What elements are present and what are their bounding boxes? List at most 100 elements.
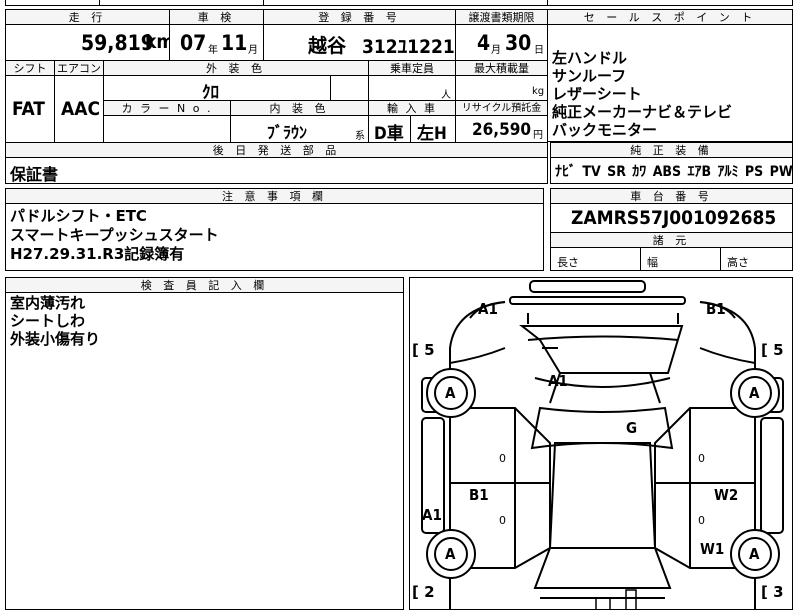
color-no-cell [103, 115, 231, 143]
steering-value: 左H [417, 124, 447, 143]
recycle-fee-unit: 円 [533, 130, 543, 141]
mileage-cell: 59,819 km [5, 24, 170, 61]
tire-front-right-depth: [ 5 [761, 341, 784, 359]
inspection-year: 07 [180, 31, 207, 55]
mileage-value: 59,819 [81, 31, 154, 55]
sales-point-item: バックモニター [552, 121, 658, 139]
damage-front-right: B1 [706, 300, 726, 318]
capacity-unit: 人 [441, 90, 451, 101]
genuine-equipment-cell: ﾅﾋﾞ TV SR ｶﾜ ABS ｴｱB ｱﾙﾐ PS PW [550, 157, 793, 184]
aircon-label: エアコン [54, 60, 104, 76]
inspection-cell: 07 年 11 月 [169, 24, 264, 61]
transfer-deadline-label: 譲渡書類期限 [455, 9, 548, 25]
wheel-front-left-grade: A [445, 384, 456, 402]
dimension-height-label: 高さ [727, 256, 749, 269]
recycle-fee-value: 26,590 [472, 120, 532, 140]
plate-area: 越谷 [308, 35, 347, 57]
equipment-item: ｱﾙﾐ [717, 164, 739, 180]
damage-right-rear: W1 [700, 540, 725, 558]
wheel-front-right-grade: A [749, 384, 760, 402]
equipment-item: ﾅﾋﾞ [555, 164, 576, 180]
inspector-label: 検 査 員 記 入 欄 [5, 277, 404, 293]
interior-color-label: 内 装 色 [230, 100, 369, 116]
inspector-notes-list: 室内薄汚れ シートしわ 外装小傷有り [10, 294, 100, 348]
damage-windshield: G [626, 419, 638, 437]
exterior-color-extra-cell [330, 75, 369, 101]
inspection-month: 11 [221, 31, 248, 55]
notes-list: パドルシフト・ETC スマートキープッシュスタート H27.29.31.R3記録… [10, 207, 219, 264]
genuine-equipment-label: 純 正 装 備 [550, 142, 793, 158]
max-load-unit: kg [532, 86, 545, 97]
note-item: H27.29.31.R3記録簿有 [10, 245, 185, 263]
inspector-note-item: 外装小傷有り [10, 330, 101, 348]
later-parts-value: 保証書 [10, 165, 59, 184]
sales-point-item: 左ハンドル [552, 49, 628, 67]
genuine-equipment-list: ﾅﾋﾞ TV SR ｶﾜ ABS ｴｱB ｱﾙﾐ PS PW [555, 161, 792, 181]
car-outline [421, 280, 784, 609]
exterior-color-value: ｸﾛ [202, 83, 219, 101]
top-cropped-cell-4 [547, 0, 793, 6]
notes-cell: パドルシフト・ETC スマートキープッシュスタート H27.29.31.R3記録… [5, 203, 544, 271]
interior-color-suffix: 系 [355, 131, 365, 142]
registration-cell: 越谷 312ﾕ1221 [263, 24, 456, 61]
plate-number: 312ﾕ1221 [362, 36, 455, 58]
equipment-item: SR [607, 164, 626, 180]
chassis-label: 車 台 番 号 [550, 188, 793, 204]
note-item: パドルシフト・ETC [10, 207, 147, 225]
notes-label: 注 意 事 項 欄 [5, 188, 544, 204]
inspection-year-unit: 年 [208, 45, 218, 56]
dimension-length-cell: 長さ [550, 247, 641, 271]
sales-point-item: サンルーフ [552, 67, 627, 85]
dimension-width-label: 幅 [647, 256, 658, 269]
sales-point-item: レザーシート [552, 85, 642, 103]
note-item: スマートキープッシュスタート [10, 226, 219, 244]
shift-cell: FAT [5, 75, 55, 143]
sales-points-label: セ ー ル ス ポ イ ン ト [547, 9, 793, 25]
equipment-item: ABS [652, 164, 682, 180]
dimensions-label: 諸 元 [550, 232, 793, 248]
inspection-month-unit: 月 [248, 45, 258, 56]
equipment-item: TV [582, 164, 601, 180]
inspector-note-item: シートしわ [10, 312, 86, 330]
sales-point-item: 純正メーカーナビ＆テレビ [552, 103, 733, 121]
max-load-cell: kg [455, 75, 548, 101]
zero-mark: 0 [499, 514, 506, 527]
recycle-cell: 26,590 円 [455, 115, 548, 143]
capacity-cell: 人 [368, 75, 456, 101]
dimension-height-cell: 高さ [720, 247, 793, 271]
max-load-label: 最大積載量 [455, 60, 548, 76]
interior-color-value: ﾌﾞﾗｳﾝ [267, 123, 308, 142]
inspector-cell: 室内薄汚れ シートしわ 外装小傷有り [5, 292, 404, 610]
damage-hood: A1 [548, 372, 568, 390]
aircon-cell: AAC [54, 75, 104, 143]
deadline-day-unit: 日 [534, 45, 544, 56]
wheel-rear-right-grade: A [749, 545, 760, 563]
shift-value: FAT [12, 98, 45, 120]
damage-front-left: A1 [478, 300, 498, 318]
mileage-unit: km [145, 31, 169, 53]
shift-label: シフト [5, 60, 55, 76]
deadline-cell: 4 月 30 日 [455, 24, 548, 61]
chassis-number: ZAMRS57J001092685 [571, 207, 777, 229]
equipment-item: PS [744, 164, 764, 180]
registration-label: 登 録 番 号 [263, 9, 456, 25]
tire-rear-right-depth: [ 3 [761, 583, 784, 601]
inspection-label: 車 検 [169, 9, 264, 25]
deadline-month: 4 [477, 31, 491, 55]
top-cropped-cell-2 [99, 0, 264, 6]
top-cropped-cell-1 [5, 0, 100, 6]
chassis-cell: ZAMRS57J001092685 [550, 203, 793, 233]
exterior-color-label: 外 装 色 [103, 60, 369, 76]
equipment-item: ｴｱB [687, 164, 712, 180]
later-parts-label: 後 日 発 送 部 品 [5, 142, 548, 158]
tire-front-left-depth: [ 5 [412, 341, 435, 359]
dimension-length-label: 長さ [557, 256, 579, 269]
deadline-month-unit: 月 [491, 45, 501, 56]
import-type-value: D車 [374, 124, 404, 143]
later-parts-cell: 保証書 [5, 157, 548, 184]
damage-left-rocker: A1 [422, 506, 442, 524]
equipment-item: ｶﾜ [632, 164, 647, 180]
capacity-label: 乗車定員 [368, 60, 456, 76]
wheel-rear-left-grade: A [445, 545, 456, 563]
zero-mark: 0 [698, 452, 705, 465]
